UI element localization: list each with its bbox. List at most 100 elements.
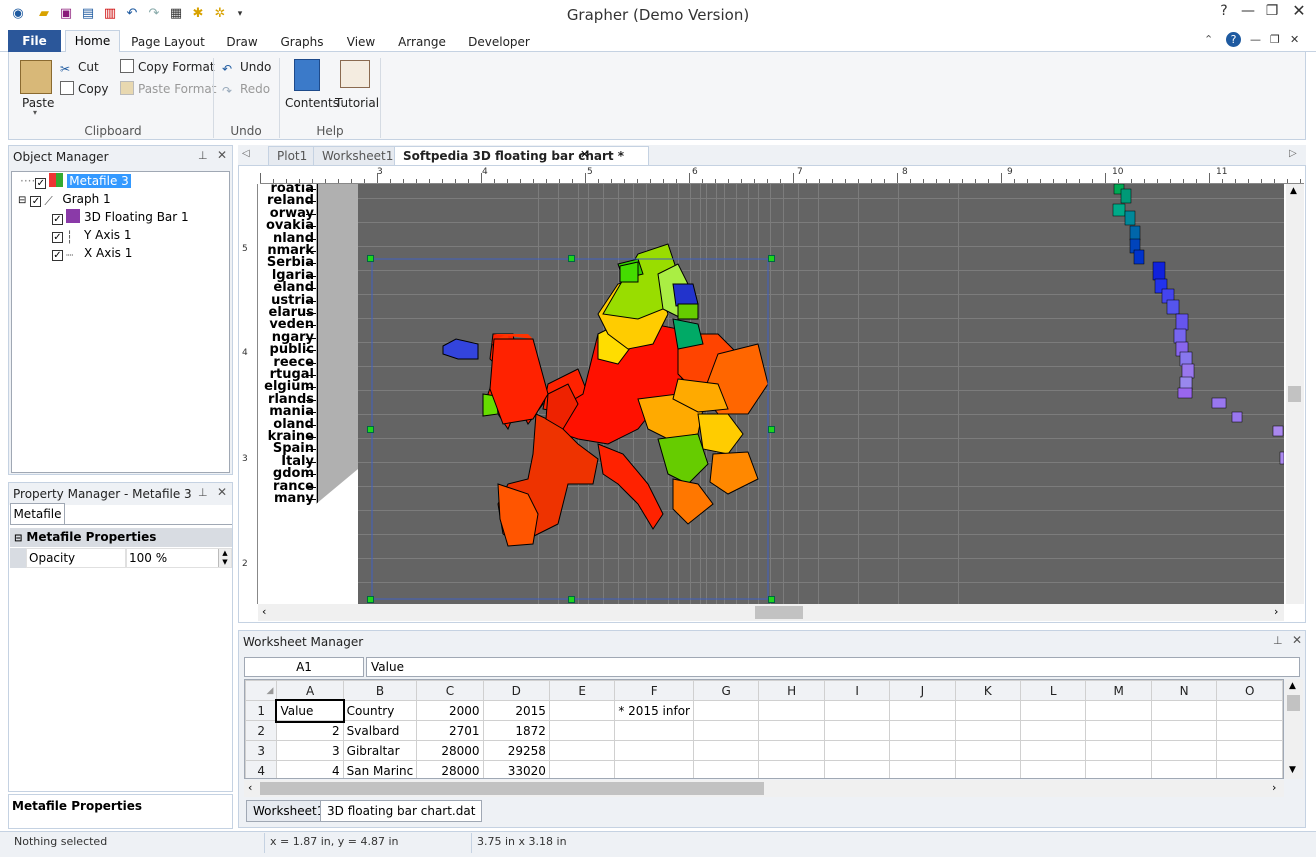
- grid-v-thumb[interactable]: [1287, 695, 1300, 711]
- table-cell[interactable]: [548, 760, 616, 778]
- resize-handle[interactable]: [768, 255, 775, 262]
- row-header[interactable]: 3: [245, 740, 278, 761]
- table-cell[interactable]: [823, 700, 891, 721]
- grid-scroll-down-icon[interactable]: ▼: [1289, 765, 1296, 775]
- table-cell[interactable]: Value: [274, 698, 346, 723]
- column-header[interactable]: G: [692, 680, 760, 701]
- table-cell[interactable]: [614, 760, 694, 778]
- table-cell[interactable]: [1216, 760, 1283, 778]
- resize-handle[interactable]: [768, 596, 775, 603]
- resize-handle[interactable]: [768, 426, 775, 433]
- cut-button[interactable]: ✂ Cut: [60, 58, 99, 76]
- redo-button[interactable]: ↷ Redo: [222, 80, 270, 98]
- column-header[interactable]: L: [1019, 680, 1087, 701]
- table-cell[interactable]: [889, 760, 956, 778]
- table-cell[interactable]: [1085, 760, 1152, 778]
- tree-item-x-axis[interactable]: ✓ ┈ X Axis 1: [12, 244, 229, 262]
- pin-icon[interactable]: ⊥: [198, 149, 208, 162]
- panel-close-icon[interactable]: ✕: [217, 485, 227, 499]
- tab-close-icon[interactable]: ✕: [580, 148, 589, 161]
- collapse-icon[interactable]: ⊟: [18, 195, 26, 206]
- table-cell[interactable]: [823, 740, 891, 761]
- resize-handle[interactable]: [568, 596, 575, 603]
- table-cell[interactable]: [954, 720, 1022, 741]
- table-cell[interactable]: [889, 720, 956, 741]
- tab-draw[interactable]: Draw: [220, 33, 264, 52]
- table-cell[interactable]: [1150, 700, 1218, 721]
- table-cell[interactable]: [692, 760, 760, 778]
- table-cell[interactable]: * 2015 infor: [614, 700, 694, 721]
- table-cell[interactable]: [548, 700, 616, 721]
- copy-format-button[interactable]: Copy Format: [120, 58, 215, 76]
- resize-handle[interactable]: [367, 596, 374, 603]
- column-header[interactable]: K: [954, 680, 1022, 701]
- table-cell[interactable]: 2: [276, 720, 344, 741]
- europe-map[interactable]: [442, 243, 769, 547]
- table-cell[interactable]: [954, 740, 1022, 761]
- table-cell[interactable]: 28000: [416, 740, 484, 761]
- tab-plot1[interactable]: Plot1: [268, 146, 317, 165]
- section-collapse-icon[interactable]: ⊟: [14, 533, 22, 544]
- grid-scroll-up-icon[interactable]: ▲: [1289, 681, 1296, 691]
- visibility-checkbox[interactable]: ✓: [30, 196, 42, 207]
- scroll-up-icon[interactable]: ▲: [1290, 186, 1297, 196]
- column-header[interactable]: O: [1216, 680, 1283, 701]
- grid-h-thumb[interactable]: [260, 782, 764, 795]
- grid-scroll-right-icon[interactable]: ›: [1272, 781, 1276, 794]
- column-header[interactable]: F: [614, 680, 694, 701]
- row-header[interactable]: 1: [245, 700, 278, 721]
- resize-handle[interactable]: [367, 426, 374, 433]
- horizontal-scrollbar[interactable]: ‹ ›: [258, 604, 1284, 621]
- visibility-checkbox[interactable]: ✓: [52, 214, 63, 225]
- table-cell[interactable]: [1216, 720, 1283, 741]
- opacity-spinner[interactable]: ▲ ▼: [218, 549, 231, 567]
- column-header[interactable]: E: [548, 680, 616, 701]
- tab-worksheet1[interactable]: Worksheet1: [313, 146, 403, 165]
- table-cell[interactable]: [548, 740, 616, 761]
- v-scroll-thumb[interactable]: [1288, 386, 1301, 402]
- h-scroll-thumb[interactable]: [755, 606, 803, 619]
- scroll-left-icon[interactable]: ‹: [262, 605, 266, 618]
- table-cell[interactable]: [692, 700, 760, 721]
- help-icon[interactable]: ?: [1226, 32, 1241, 47]
- column-header[interactable]: I: [823, 680, 891, 701]
- table-cell[interactable]: 1872: [482, 720, 550, 741]
- tab-metafile[interactable]: Metafile: [10, 503, 65, 524]
- table-cell[interactable]: [614, 740, 694, 761]
- table-cell[interactable]: [1150, 720, 1218, 741]
- scroll-right-icon[interactable]: ›: [1274, 605, 1278, 618]
- table-cell[interactable]: [954, 760, 1022, 778]
- contents-button[interactable]: Contents: [285, 94, 339, 112]
- sheet-tab-dat[interactable]: 3D floating bar chart.dat: [320, 800, 483, 822]
- doc-minimize-icon[interactable]: —: [1250, 33, 1261, 46]
- table-cell[interactable]: [1216, 700, 1283, 721]
- table-cell[interactable]: 2000: [416, 700, 484, 721]
- column-header[interactable]: D: [482, 680, 550, 701]
- table-cell[interactable]: [823, 720, 891, 741]
- tab-softpedia-chart[interactable]: Softpedia 3D floating bar chart *: [394, 146, 650, 165]
- tree-item-y-axis[interactable]: ✓ ┆ Y Axis 1: [12, 226, 229, 244]
- table-cell[interactable]: [1019, 720, 1087, 741]
- worksheet-grid[interactable]: ◢ A B C D E F G H I J K L M N O 1 Value Country 2000 2015 * 2…: [244, 679, 1284, 779]
- panel-close-icon[interactable]: ✕: [217, 148, 227, 162]
- table-cell[interactable]: [1019, 760, 1087, 778]
- tab-scroll-right-icon[interactable]: ▷: [1289, 148, 1297, 159]
- undo-button[interactable]: ↶ Undo: [222, 58, 271, 76]
- tab-developer[interactable]: Developer: [466, 33, 532, 52]
- tab-graphs[interactable]: Graphs: [276, 33, 328, 52]
- table-cell[interactable]: [1150, 760, 1218, 778]
- tab-home[interactable]: Home: [65, 30, 120, 53]
- sheet-tab-worksheet1[interactable]: Worksheet1: [246, 800, 332, 822]
- doc-close-icon[interactable]: ✕: [1290, 33, 1299, 46]
- paste-dropdown-icon[interactable]: ▾: [33, 108, 37, 117]
- column-header[interactable]: N: [1150, 680, 1218, 701]
- table-cell[interactable]: [1085, 740, 1152, 761]
- table-cell[interactable]: [1150, 740, 1218, 761]
- tab-view[interactable]: View: [340, 33, 382, 52]
- table-cell[interactable]: [1019, 700, 1087, 721]
- table-cell[interactable]: Gibraltar: [342, 740, 418, 761]
- resize-handle[interactable]: [367, 255, 374, 262]
- file-menu[interactable]: File: [8, 30, 61, 52]
- column-header[interactable]: M: [1085, 680, 1152, 701]
- visibility-checkbox[interactable]: ✓: [52, 232, 63, 243]
